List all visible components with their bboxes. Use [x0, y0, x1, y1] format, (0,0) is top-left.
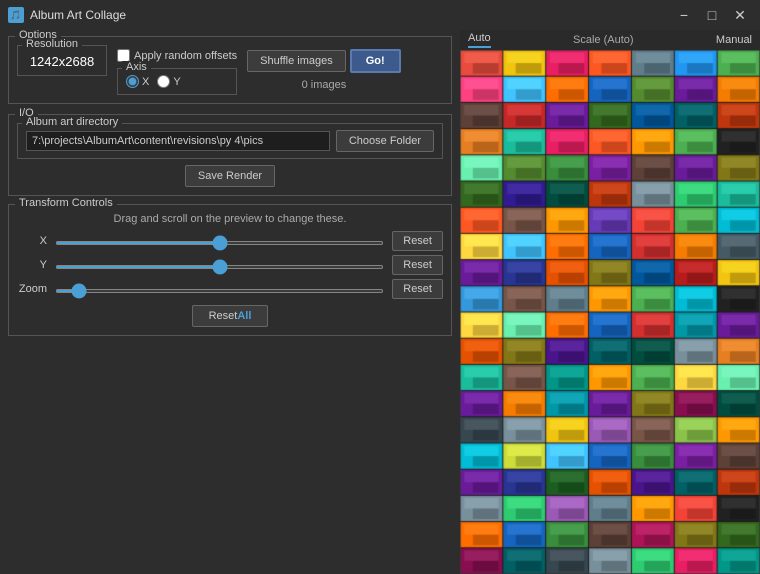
title-bar-controls: − □ ✕: [672, 5, 752, 25]
manual-tab[interactable]: Manual: [716, 34, 752, 46]
dir-row: Choose Folder: [26, 130, 434, 152]
reset-all-text: Reset: [209, 310, 238, 322]
left-panel: Options Resolution 1242x2688 Apply rando…: [0, 30, 460, 574]
zoom-slider-row: Zoom Reset: [17, 279, 443, 299]
y-label: Y: [17, 259, 47, 271]
images-count: 0 images: [302, 79, 347, 91]
choose-folder-button[interactable]: Choose Folder: [336, 130, 434, 152]
options-section: Options Resolution 1242x2688 Apply rando…: [8, 36, 452, 104]
transform-legend: Transform Controls: [15, 197, 117, 209]
go-button[interactable]: Go!: [350, 49, 401, 73]
axis-group: Axis X Y: [117, 68, 237, 95]
drag-hint: Drag and scroll on the preview to change…: [17, 213, 443, 225]
collage-canvas[interactable]: [460, 50, 760, 574]
close-button[interactable]: ✕: [728, 5, 752, 25]
title-bar: 🎵 Album Art Collage − □ ✕: [0, 0, 760, 30]
x-slider[interactable]: [55, 241, 384, 245]
zoom-slider-container: [55, 282, 384, 296]
collage-preview[interactable]: [460, 50, 760, 574]
album-dir-input[interactable]: [26, 131, 330, 151]
save-render-row: Save Render: [17, 165, 443, 187]
title-bar-title: Album Art Collage: [30, 8, 672, 22]
main-container: Options Resolution 1242x2688 Apply rando…: [0, 30, 760, 574]
apply-random-offsets-text: Apply random offsets: [134, 50, 237, 62]
minimize-button[interactable]: −: [672, 5, 696, 25]
axis-x-radio[interactable]: [126, 75, 139, 88]
album-dir-group: Album art directory Choose Folder: [17, 123, 443, 159]
app-icon: 🎵: [8, 7, 24, 23]
right-panel: Auto Scale (Auto) Manual: [460, 30, 760, 574]
x-label: X: [17, 235, 47, 247]
transform-section: Transform Controls Drag and scroll on th…: [8, 204, 452, 336]
y-slider-container: [55, 258, 384, 272]
x-reset-button[interactable]: Reset: [392, 231, 443, 251]
zoom-slider[interactable]: [55, 289, 384, 293]
axis-x-label[interactable]: X: [126, 75, 149, 88]
axis-y-label[interactable]: Y: [157, 75, 180, 88]
shuffle-images-button[interactable]: Shuffle images: [247, 50, 346, 72]
x-slider-row: X Reset: [17, 231, 443, 251]
save-render-button[interactable]: Save Render: [185, 165, 275, 187]
resolution-legend: Resolution: [22, 38, 82, 50]
y-slider[interactable]: [55, 265, 384, 269]
axis-y-radio[interactable]: [157, 75, 170, 88]
y-reset-button[interactable]: Reset: [392, 255, 443, 275]
io-section: I/O Album art directory Choose Folder Sa…: [8, 114, 452, 196]
scale-label: Scale (Auto): [573, 34, 634, 46]
auto-tab[interactable]: Auto: [468, 32, 491, 48]
zoom-reset-button[interactable]: Reset: [392, 279, 443, 299]
reset-all-highlight: All: [237, 310, 251, 322]
resolution-group: Resolution 1242x2688: [17, 45, 107, 76]
reset-all-button[interactable]: ResetAll: [192, 305, 269, 327]
options-row: Resolution 1242x2688 Apply random offset…: [17, 45, 443, 95]
axis-legend: Axis: [122, 61, 151, 73]
scale-header: Auto Scale (Auto) Manual: [460, 30, 760, 50]
zoom-label: Zoom: [17, 283, 47, 295]
x-slider-container: [55, 234, 384, 248]
y-slider-row: Y Reset: [17, 255, 443, 275]
resolution-value: 1242x2688: [26, 54, 98, 69]
maximize-button[interactable]: □: [700, 5, 724, 25]
reset-all-row: ResetAll: [17, 305, 443, 327]
album-dir-legend: Album art directory: [22, 116, 122, 128]
